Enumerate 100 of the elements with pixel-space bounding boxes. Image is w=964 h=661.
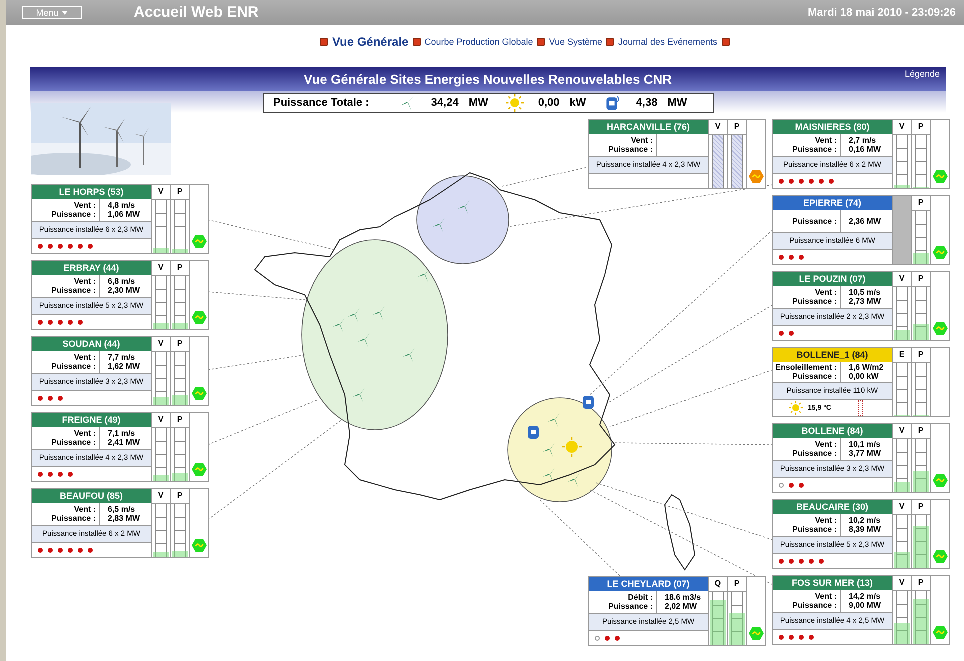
field-label: Puissance : — [792, 601, 837, 610]
wind-turbine-icon — [543, 443, 555, 457]
site-title: HARCANVILLE (76) — [589, 120, 708, 134]
nav-link[interactable]: Vue Générale — [332, 35, 409, 49]
field-value: 7,7 m/s — [108, 353, 136, 362]
field-value: 1,62 MW — [108, 362, 142, 371]
gauge-label: V — [152, 261, 170, 276]
power-value: 4,38 — [636, 97, 658, 109]
field-value: 18.6 m3/s — [665, 593, 702, 602]
field-value: 14,2 m/s — [849, 592, 882, 601]
wind-turbine-icon — [348, 308, 360, 322]
thermometer-icon — [858, 400, 864, 416]
gauge-placeholder — [893, 196, 911, 264]
gauge-track — [712, 135, 724, 188]
total-label: Puissance Totale : — [274, 97, 370, 109]
field-label: Puissance : — [52, 514, 96, 523]
nav-link[interactable]: Courbe Production Globale — [424, 37, 534, 47]
field-value: 7,1 m/s — [108, 429, 136, 438]
site-title: EPIERRE (74) — [773, 196, 892, 210]
bullet-icon — [537, 38, 546, 46]
gauge-label: P — [171, 185, 189, 200]
hydro-plant-icon — [528, 426, 539, 439]
field-value: 2,36 MW — [849, 216, 882, 226]
gauge-label: E — [893, 348, 911, 363]
caret-icon — [62, 10, 68, 14]
power-unit: kW — [570, 97, 586, 109]
sun-icon — [789, 401, 803, 415]
field-value: 9,00 MW — [849, 601, 882, 610]
bullet-icon — [412, 38, 421, 46]
sun-icon — [562, 437, 582, 457]
power-value: 0,00 — [538, 97, 560, 109]
field-label: Vent : — [74, 429, 96, 438]
wind-turbine-icon — [373, 306, 385, 320]
sun-icon — [506, 94, 524, 112]
gauge-label: P — [171, 337, 189, 352]
site-title: MAISNIERES (80) — [773, 120, 892, 134]
bullet-icon — [722, 38, 730, 46]
field-label: Puissance : — [52, 438, 96, 447]
gauge-label: P — [912, 576, 930, 591]
field-value: 1,06 MW — [108, 210, 142, 219]
field-value: 3,77 MW — [849, 449, 882, 458]
date-time: Mardi 18 mai 2010 - 23:09:26 — [808, 6, 956, 18]
field-label: Puissance : — [792, 525, 837, 534]
field-label: Puissance : — [792, 216, 837, 226]
gauge-label: P — [912, 500, 930, 515]
gauge-label: P — [728, 577, 746, 592]
field-label: Puissance : — [792, 372, 837, 381]
wind-turbine-icon — [403, 348, 415, 362]
wind-turbine-icon — [358, 333, 370, 347]
gauge-label: P — [171, 489, 189, 504]
wind-turbine-icon — [353, 388, 365, 402]
field-label: Puissance : — [52, 362, 96, 371]
site-title: ERBRAY (44) — [32, 261, 151, 275]
site-title: LE POUZIN (07) — [773, 272, 892, 286]
site-title: FREIGNE (49) — [32, 413, 151, 427]
bullet-icon — [320, 38, 328, 46]
app-title: Accueil Web ENR — [134, 4, 259, 21]
field-value: 1,6 W/m2 — [849, 363, 885, 372]
field-value: 2,7 m/s — [849, 136, 878, 145]
field-label: Vent : — [631, 136, 653, 145]
field-value: 2,02 MW — [665, 602, 698, 611]
field-label: Débit : — [628, 593, 653, 602]
field-label: Puissance : — [608, 145, 653, 154]
site-title: LE CHEYLARD (07) — [589, 577, 708, 591]
field-value: 0,16 MW — [849, 145, 882, 154]
field-label: Vent : — [74, 505, 96, 514]
gauge-label: V — [152, 337, 170, 352]
wind-turbine-icon — [418, 268, 430, 282]
wind-turbine-icon — [548, 413, 560, 427]
nav-link[interactable]: Vue Système — [549, 37, 602, 47]
site-title: FOS SUR MER (13) — [773, 576, 892, 590]
gauge-label: V — [893, 500, 911, 515]
field-label: Puissance : — [792, 145, 837, 154]
gauge-label: V — [893, 272, 911, 287]
field-value: 10,2 m/s — [849, 516, 882, 525]
wind-turbine-icon — [458, 200, 470, 214]
gauge-label: V — [152, 185, 170, 200]
field-label: Puissance : — [52, 286, 96, 295]
field-value: 2,73 MW — [849, 297, 882, 306]
field-label: Vent : — [74, 201, 96, 210]
gauge-label: V — [152, 413, 170, 428]
field-label: Vent : — [815, 592, 837, 601]
field-value: 6,8 m/s — [108, 277, 136, 286]
field-value: 2,83 MW — [108, 514, 142, 523]
field-label: Puissance : — [792, 297, 837, 306]
site-title: LE HORPS (53) — [32, 185, 151, 199]
legend-link[interactable]: Légende — [904, 69, 940, 79]
wind-turbine-icon — [333, 318, 345, 332]
field-value: 2,30 MW — [108, 286, 142, 295]
gauge-label: Q — [709, 577, 727, 592]
power-unit: MW — [668, 97, 688, 109]
site-title: BOLLENE_1 (84) — [773, 348, 892, 362]
field-value: 8,39 MW — [849, 525, 882, 534]
field-label: Puissance : — [52, 210, 96, 219]
field-value: 6,5 m/s — [108, 505, 136, 514]
power-value: 34,24 — [431, 97, 459, 109]
field-label: Vent : — [815, 288, 837, 297]
nav-link[interactable]: Journal des Evénements — [618, 37, 718, 47]
field-label: Vent : — [815, 440, 837, 449]
field-value: 10,1 m/s — [849, 440, 882, 449]
